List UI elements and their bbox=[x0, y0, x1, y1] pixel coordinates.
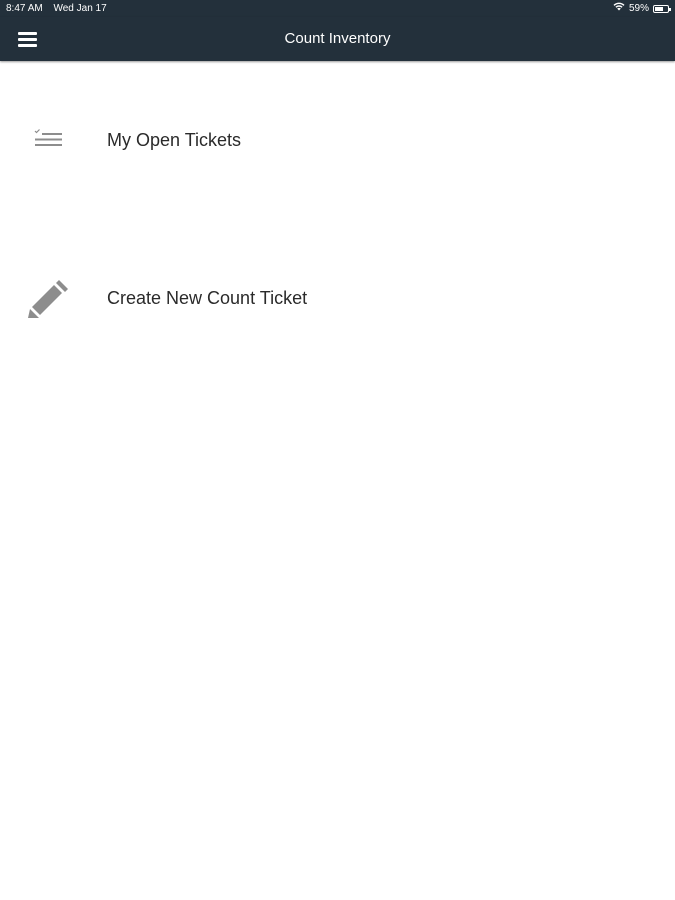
page-title: Count Inventory bbox=[284, 30, 391, 47]
app-bar: Count Inventory bbox=[0, 17, 675, 61]
status-left: 8:47 AM Wed Jan 17 bbox=[6, 0, 115, 17]
menu-item-label: My Open Tickets bbox=[107, 130, 242, 150]
wifi-icon bbox=[613, 0, 625, 17]
status-time: 8:47 AM bbox=[6, 3, 43, 14]
menu-item-label: Create New Count Ticket bbox=[107, 288, 308, 308]
checklist-icon bbox=[26, 121, 70, 165]
pencil-icon bbox=[26, 278, 70, 322]
status-right: 59% bbox=[613, 0, 671, 17]
battery-icon bbox=[653, 4, 671, 13]
status-date: Wed Jan 17 bbox=[53, 3, 107, 14]
menu-item-my-open-tickets[interactable]: My Open Tickets bbox=[0, 111, 675, 171]
menu-item-create-new-count-ticket[interactable]: Create New Count Ticket bbox=[0, 268, 675, 328]
status-bar: 8:47 AM Wed Jan 17 59% bbox=[0, 0, 675, 17]
battery-percent: 59% bbox=[628, 3, 649, 14]
